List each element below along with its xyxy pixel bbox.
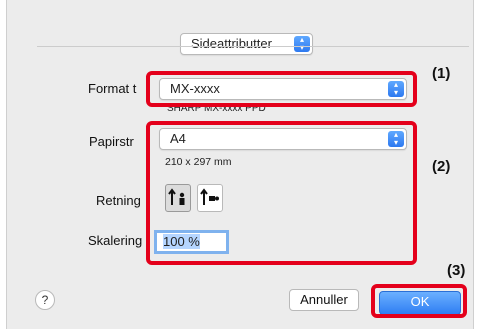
format-label: Format t (88, 81, 137, 96)
callout-box-1 (146, 71, 417, 107)
scale-label: Skalering (88, 233, 143, 248)
paper-label: Papirstr (89, 134, 134, 149)
panel-popup[interactable]: Sideattributter ▴ ▾ (180, 33, 313, 55)
help-icon: ? (41, 293, 49, 307)
callout-marker-1: (1) (432, 65, 451, 82)
callout-marker-3: (3) (447, 262, 466, 279)
help-button[interactable]: ? (35, 290, 55, 310)
orientation-label: Retning (96, 193, 141, 208)
print-dialog: Sideattributter ▴ ▾ Format t MX-xxxx ▴ ▾ S… (6, 0, 474, 329)
callout-box-3 (371, 284, 467, 318)
cancel-button[interactable]: Annuller (289, 289, 359, 311)
panel-popup-label: Sideattributter (191, 36, 272, 51)
callout-marker-2: (2) (432, 158, 451, 175)
callout-box-2 (146, 121, 417, 265)
panel-divider (37, 46, 469, 47)
up-down-chevron-icon: ▴ ▾ (294, 36, 310, 52)
